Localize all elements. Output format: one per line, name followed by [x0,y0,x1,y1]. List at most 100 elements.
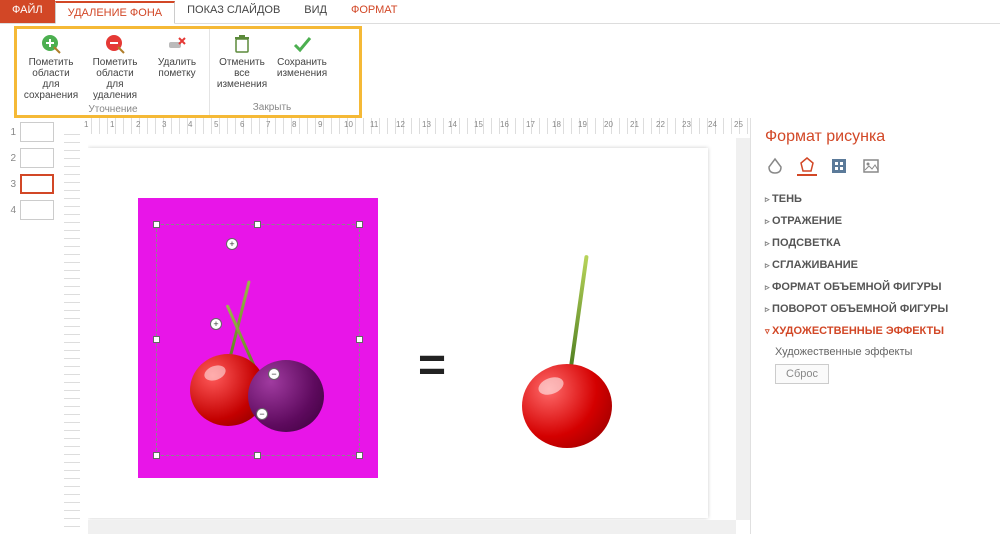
accordion-item[interactable]: ХУДОЖЕСТВЕННЫЕ ЭФФЕКТЫ [765,320,986,342]
ruler-mark: 12 [396,120,405,129]
ruler-mark: 7 [266,120,270,129]
ruler-mark: 8 [292,120,296,129]
tab-format[interactable]: ФОРМАТ [339,0,410,23]
label: Пометить области [29,57,74,79]
format-picture-pane: Формат рисунка ТЕНЬОТРАЖЕНИЕПОДСВЕТКАСГЛ… [750,118,1000,534]
minus-circle-pencil-icon [105,33,125,55]
resize-handle[interactable] [153,336,160,343]
size-properties-icon[interactable] [829,156,849,176]
ribbon-highlight: Пометить областидля сохранения Пометить … [14,26,362,118]
slide-thumbnail-2[interactable]: 2 [6,148,58,168]
reset-button[interactable]: Сброс [775,364,829,384]
slide-thumbnail-4[interactable]: 4 [6,200,58,220]
delete-mark-button[interactable]: Удалитьпометку [147,31,207,103]
slide-thumbnail-1[interactable]: 1 [6,122,58,142]
ruler-mark: 4 [188,120,192,129]
ruler-mark: 11 [370,120,378,129]
pane-title: Формат рисунка [765,128,986,146]
slide-canvas[interactable]: + + − − = [88,148,708,518]
slide-thumbnails: 1 2 3 4 [0,118,64,534]
accordion-item[interactable]: СГЛАЖИВАНИЕ [765,254,986,276]
ruler-mark: 1 [110,120,114,129]
trash-icon [233,33,251,55]
ruler-mark: 16 [500,120,509,129]
ruler-mark: 6 [240,120,244,129]
ruler-mark: 17 [526,120,535,129]
ruler-mark: 22 [656,120,665,129]
resize-handle[interactable] [356,336,363,343]
accordion-item[interactable]: ОТРАЖЕНИЕ [765,210,986,232]
group-label-close: Закрыть [253,101,292,114]
keep-changes-button[interactable]: Сохранитьизменения [272,31,332,92]
horizontal-scrollbar[interactable] [88,520,736,534]
accordion-item[interactable]: ПОДСВЕТКА [765,232,986,254]
cherry-stem [568,255,589,374]
equals-sign: = [418,338,446,393]
ruler-mark: 25 [734,120,743,129]
label: для удаления [93,79,137,101]
tab-view[interactable]: ВИД [292,0,339,23]
ruler-mark: 13 [422,120,431,129]
label: Удалить [158,57,196,68]
vertical-scrollbar[interactable] [736,138,750,520]
workspace: 1234 11234567891011121314151617181920212… [0,118,1000,534]
fill-line-icon[interactable] [765,156,785,176]
ruler-mark: 21 [630,120,639,129]
mark-areas-remove-button[interactable]: Пометить областидля удаления [83,31,147,103]
edit-area: 1123456789101112131415161718192021222324… [64,118,750,534]
plus-circle-pencil-icon [41,33,61,55]
effects-icon[interactable] [797,156,817,176]
ruler-mark: 20 [604,120,613,129]
ruler-mark: 3 [162,120,166,129]
ruler-mark: 2 [136,120,140,129]
vertical-ruler [64,134,80,534]
result-cherry-image [508,248,628,448]
ruler-mark: 10 [344,120,353,129]
slide-thumbnail-3[interactable]: 3 [6,174,58,194]
ribbon-group-close: Отменить всеизменения Сохранитьизменения… [210,29,334,115]
tab-slideshow[interactable]: ПОКАЗ СЛАЙДОВ [175,0,292,23]
ruler-mark: 15 [474,120,483,129]
ruler-mark: 1 [84,120,88,129]
ruler-mark: 14 [448,120,457,129]
tab-file[interactable]: ФАЙЛ [0,0,55,23]
ruler-mark: 5 [214,120,218,129]
group-label-refine: Уточнение [88,103,137,116]
discard-changes-button[interactable]: Отменить всеизменения [212,31,272,92]
resize-handle[interactable] [153,452,160,459]
checkmark-icon [292,33,312,55]
label: изменения [277,68,327,79]
label: Отменить все [219,57,265,79]
accordion-item[interactable]: ТЕНЬ [765,188,986,210]
artistic-effects-label: Художественные эффекты [775,346,986,358]
accordion-body: Художественные эффекты Сброс [765,342,986,392]
resize-handle[interactable] [254,221,261,228]
ribbon-group-refine: Пометить областидля сохранения Пометить … [17,29,210,115]
label: Пометить области [93,57,138,79]
cherry-fruit [522,364,612,448]
ribbon-tabs: ФАЙЛ УДАЛЕНИЕ ФОНА ПОКАЗ СЛАЙДОВ ВИД ФОР… [0,0,1000,24]
label: изменения [217,79,267,90]
eraser-x-icon [167,33,187,55]
label: для сохранения [24,79,78,101]
accordion-item[interactable]: ПОВОРОТ ОБЪЕМНОЙ ФИГУРЫ [765,298,986,320]
accordion-item[interactable]: ФОРМАТ ОБЪЕМНОЙ ФИГУРЫ [765,276,986,298]
ruler-mark: 23 [682,120,691,129]
effects-accordion: ТЕНЬОТРАЖЕНИЕПОДСВЕТКАСГЛАЖИВАНИЕФОРМАТ … [765,188,986,392]
resize-handle[interactable] [356,452,363,459]
mark-areas-keep-button[interactable]: Пометить областидля сохранения [19,31,83,103]
canvas-viewport: + + − − = [88,138,744,534]
picture-icon[interactable] [861,156,881,176]
horizontal-ruler: 1123456789101112131415161718192021222324… [84,118,750,134]
resize-handle[interactable] [153,221,160,228]
resize-handle[interactable] [254,452,261,459]
label: Сохранить [277,57,327,68]
pane-category-icons [765,156,986,176]
ruler-mark: 18 [552,120,561,129]
resize-handle[interactable] [356,221,363,228]
selection-box[interactable] [156,224,360,456]
label: пометку [158,68,195,79]
ruler-mark: 19 [578,120,587,129]
ruler-mark: 9 [318,120,322,129]
tab-background-removal[interactable]: УДАЛЕНИЕ ФОНА [55,1,176,24]
